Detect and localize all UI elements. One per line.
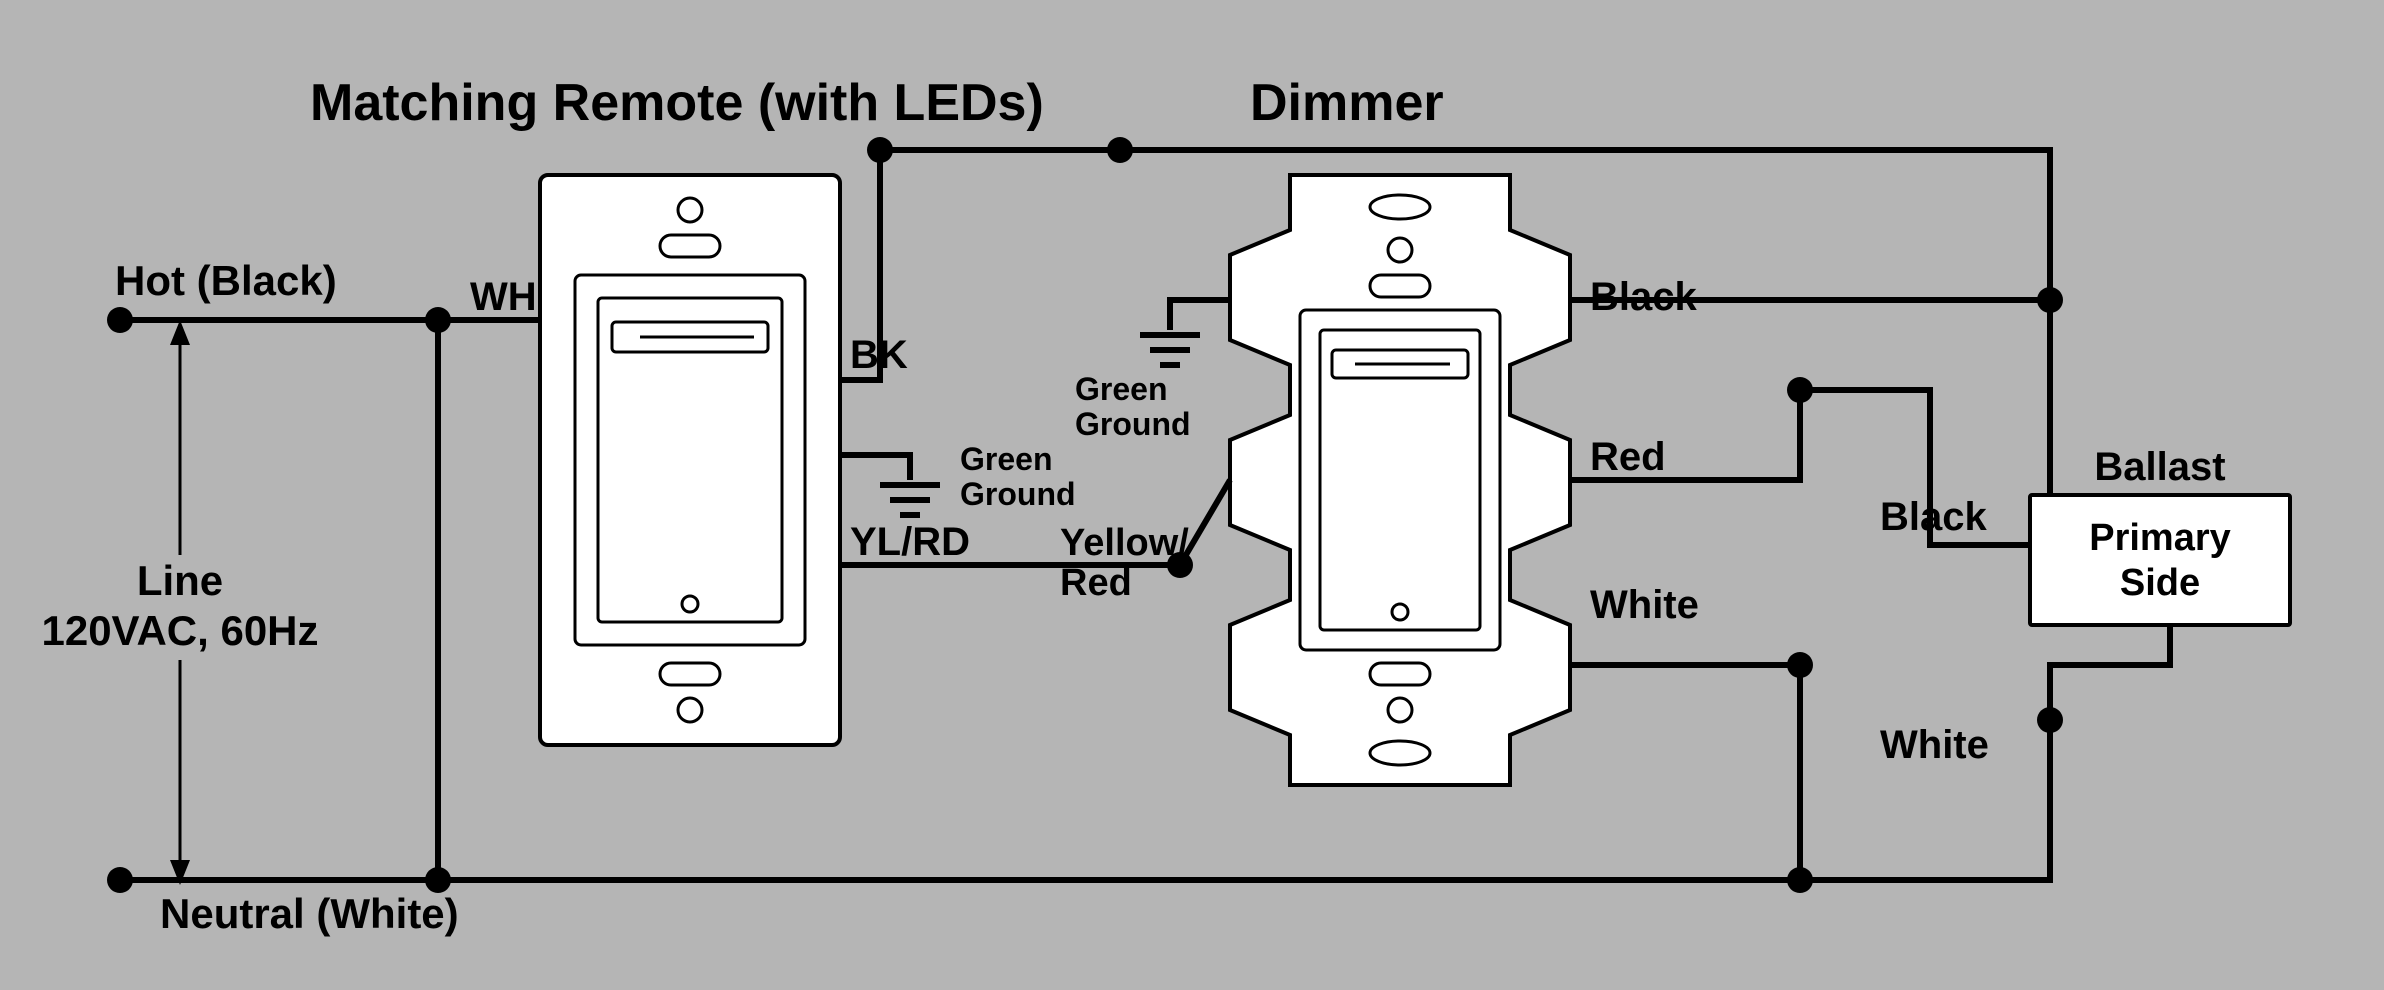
label-remote-ground2: Ground bbox=[960, 476, 1076, 512]
wiring-diagram: Matching Remote (with LEDs) Dimmer Hot (… bbox=[0, 0, 2384, 990]
label-ballast-white: White bbox=[1880, 723, 1989, 767]
label-dimmer-yr2: Red bbox=[1060, 562, 1132, 604]
label-line: Line bbox=[137, 557, 223, 604]
label-remote-bk: BK bbox=[850, 333, 908, 377]
label-dimmer-white: White bbox=[1590, 583, 1699, 627]
node-wh-bottom bbox=[425, 867, 451, 893]
ballast: Ballast Primary Side bbox=[2030, 445, 2290, 625]
label-ballast-title: Ballast bbox=[2094, 445, 2225, 489]
label-neutral: Neutral (White) bbox=[160, 890, 459, 937]
label-remote-ground1: Green bbox=[960, 441, 1052, 477]
label-hot: Hot (Black) bbox=[115, 257, 337, 304]
label-line2: 120VAC, 60Hz bbox=[41, 607, 318, 654]
device-remote bbox=[540, 175, 840, 745]
wire-neutral-bus bbox=[120, 720, 2050, 880]
label-ballast-l2: Side bbox=[2120, 562, 2200, 604]
label-dimmer-ground2: Ground bbox=[1075, 406, 1191, 442]
wire-black-to-ballast bbox=[2050, 300, 2095, 510]
node-white bbox=[1787, 652, 1813, 678]
label-remote-ylrd: YL/RD bbox=[850, 520, 970, 564]
wire-white-to-ballast bbox=[2050, 620, 2170, 720]
title-dimmer: Dimmer bbox=[1250, 74, 1444, 132]
label-dimmer-red: Red bbox=[1590, 435, 1666, 479]
label-remote-wh: WH bbox=[470, 275, 537, 319]
label-ballast-black: Black bbox=[1880, 495, 1987, 539]
device-dimmer bbox=[1230, 175, 1570, 785]
label-dimmer-ground1: Green bbox=[1075, 371, 1167, 407]
wire-dimmer-white bbox=[1570, 665, 1800, 880]
dimmer-ground bbox=[1140, 300, 1230, 365]
title-remote: Matching Remote (with LEDs) bbox=[310, 74, 1044, 132]
label-ballast-l1: Primary bbox=[2089, 517, 2231, 559]
label-dimmer-black: Black bbox=[1590, 275, 1697, 319]
remote-ground bbox=[840, 455, 940, 515]
node-wh bbox=[425, 307, 451, 333]
node-white-bottom bbox=[1787, 867, 1813, 893]
label-dimmer-yr1: Yellow/ bbox=[1060, 522, 1189, 564]
